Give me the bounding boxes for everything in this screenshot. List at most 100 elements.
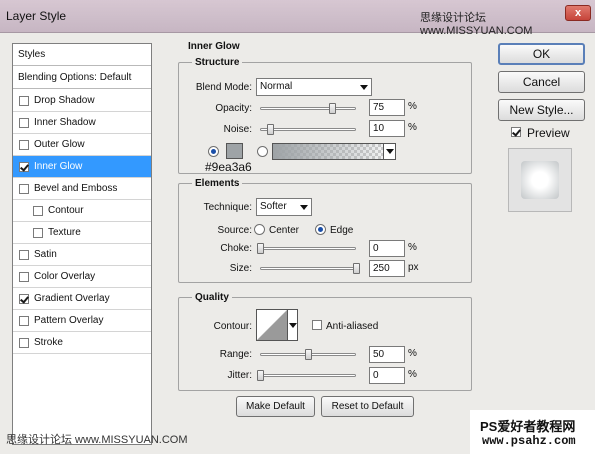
elements-title: Elements bbox=[192, 178, 243, 189]
make-default-button[interactable]: Make Default bbox=[236, 396, 315, 417]
size-slider-thumb[interactable] bbox=[353, 263, 360, 274]
style-item-bevel-and-emboss[interactable]: Bevel and Emboss bbox=[13, 178, 151, 200]
style-item-label: Inner Glow bbox=[34, 161, 83, 172]
contour-chevron-down-icon bbox=[289, 323, 297, 328]
style-item-pattern-overlay[interactable]: Pattern Overlay bbox=[13, 310, 151, 332]
cancel-button[interactable]: Cancel bbox=[498, 71, 585, 93]
jitter-input[interactable]: 0 bbox=[369, 367, 405, 384]
opacity-slider[interactable] bbox=[260, 107, 356, 110]
jitter-slider-thumb[interactable] bbox=[257, 370, 264, 381]
choke-slider[interactable] bbox=[260, 247, 356, 250]
jitter-percent: % bbox=[408, 369, 417, 380]
antialiased-label: Anti-aliased bbox=[326, 321, 379, 332]
solid-color-radio[interactable] bbox=[208, 146, 219, 157]
range-percent: % bbox=[408, 348, 417, 359]
structure-title: Structure bbox=[192, 57, 243, 68]
style-item-inner-shadow[interactable]: Inner Shadow bbox=[13, 112, 151, 134]
source-edge-label: Edge bbox=[330, 225, 354, 236]
noise-input[interactable]: 10 bbox=[369, 120, 405, 137]
antialiased-checkbox[interactable] bbox=[312, 320, 322, 330]
preview-checkbox[interactable] bbox=[511, 127, 521, 137]
style-item-label: Stroke bbox=[34, 337, 63, 348]
gradient-picker[interactable] bbox=[272, 143, 396, 160]
choke-slider-thumb[interactable] bbox=[257, 243, 264, 254]
style-item-checkbox[interactable] bbox=[33, 227, 43, 238]
noise-slider-thumb[interactable] bbox=[266, 124, 274, 135]
style-item-checkbox[interactable] bbox=[19, 315, 29, 326]
style-item-checkbox[interactable] bbox=[19, 95, 29, 106]
technique-chevron-down-icon bbox=[300, 205, 308, 210]
style-item-drop-shadow[interactable]: Drop Shadow bbox=[13, 90, 151, 112]
style-item-checkbox[interactable] bbox=[19, 183, 29, 194]
style-item-label: Gradient Overlay bbox=[34, 293, 110, 304]
opacity-percent: % bbox=[408, 101, 417, 112]
technique-value: Softer bbox=[260, 201, 287, 212]
style-item-satin[interactable]: Satin bbox=[13, 244, 151, 266]
preview-label: Preview bbox=[527, 126, 570, 140]
contour-dropdown[interactable] bbox=[288, 309, 298, 341]
style-item-label: Outer Glow bbox=[34, 139, 85, 150]
inner-glow-title: Inner Glow bbox=[185, 41, 243, 52]
range-label: Range: bbox=[219, 349, 252, 360]
noise-slider[interactable] bbox=[260, 128, 356, 131]
style-item-checkbox[interactable] bbox=[33, 205, 43, 216]
style-item-checkbox[interactable] bbox=[19, 337, 29, 348]
footer-watermark-right-bottom: www.psahz.com bbox=[482, 434, 576, 448]
opacity-slider-thumb[interactable] bbox=[329, 103, 336, 114]
contour-label: Contour: bbox=[213, 321, 252, 332]
source-edge-radio[interactable] bbox=[315, 224, 326, 235]
style-item-inner-glow[interactable]: Inner Glow bbox=[13, 156, 151, 178]
ok-button[interactable]: OK bbox=[498, 43, 585, 65]
technique-select[interactable]: Softer bbox=[256, 198, 312, 216]
choke-label: Choke: bbox=[220, 243, 252, 254]
style-item-stroke[interactable]: Stroke bbox=[13, 332, 151, 354]
blend-mode-value: Normal bbox=[260, 81, 293, 92]
range-slider-thumb[interactable] bbox=[305, 349, 312, 360]
jitter-slider[interactable] bbox=[260, 374, 356, 377]
choke-input[interactable]: 0 bbox=[369, 240, 405, 257]
style-item-label: Color Overlay bbox=[34, 271, 96, 282]
style-item-label: Drop Shadow bbox=[34, 95, 95, 106]
source-center-radio[interactable] bbox=[254, 224, 265, 235]
title-bar: Layer Style 思缘设计论坛 www.MISSYUAN.COM x bbox=[0, 0, 595, 37]
style-item-checkbox[interactable] bbox=[19, 249, 29, 260]
range-input[interactable]: 50 bbox=[369, 346, 405, 363]
opacity-label: Opacity: bbox=[215, 103, 252, 114]
blending-options-item[interactable]: Blending Options: Default bbox=[13, 67, 151, 89]
style-item-color-overlay[interactable]: Color Overlay bbox=[13, 266, 151, 288]
style-item-checkbox[interactable] bbox=[19, 161, 29, 172]
style-preview bbox=[508, 148, 572, 212]
noise-percent: % bbox=[408, 122, 417, 133]
style-item-contour[interactable]: Contour bbox=[13, 200, 151, 222]
size-input[interactable]: 250 bbox=[369, 260, 405, 277]
contour-preview[interactable] bbox=[256, 309, 288, 341]
preview-swatch bbox=[521, 161, 559, 199]
style-item-checkbox[interactable] bbox=[19, 293, 29, 304]
style-item-checkbox[interactable] bbox=[19, 139, 29, 150]
footer-watermark-right: PS爱好者教程网 www.psahz.com bbox=[470, 410, 595, 454]
style-item-checkbox[interactable] bbox=[19, 271, 29, 282]
gradient-radio[interactable] bbox=[257, 146, 268, 157]
style-item-outer-glow[interactable]: Outer Glow bbox=[13, 134, 151, 156]
style-item-label: Satin bbox=[34, 249, 57, 260]
style-item-label: Contour bbox=[48, 205, 84, 216]
noise-label: Noise: bbox=[223, 124, 252, 135]
glow-color-swatch[interactable] bbox=[226, 143, 243, 159]
size-slider[interactable] bbox=[260, 267, 356, 270]
chevron-down-icon bbox=[360, 85, 368, 90]
size-px: px bbox=[408, 262, 419, 273]
style-item-label: Pattern Overlay bbox=[34, 315, 104, 326]
styles-header[interactable]: Styles bbox=[13, 44, 151, 66]
blend-mode-label: Blend Mode: bbox=[195, 82, 252, 93]
close-button[interactable]: x bbox=[565, 5, 591, 21]
style-item-label: Bevel and Emboss bbox=[34, 183, 118, 194]
new-style-button[interactable]: New Style... bbox=[498, 99, 585, 121]
blend-mode-select[interactable]: Normal bbox=[256, 78, 372, 96]
style-item-texture[interactable]: Texture bbox=[13, 222, 151, 244]
opacity-input[interactable]: 75 bbox=[369, 99, 405, 116]
style-item-gradient-overlay[interactable]: Gradient Overlay bbox=[13, 288, 151, 310]
style-item-label: Texture bbox=[48, 227, 81, 238]
reset-to-default-button[interactable]: Reset to Default bbox=[321, 396, 414, 417]
technique-label: Technique: bbox=[203, 202, 252, 213]
style-item-checkbox[interactable] bbox=[19, 117, 29, 128]
